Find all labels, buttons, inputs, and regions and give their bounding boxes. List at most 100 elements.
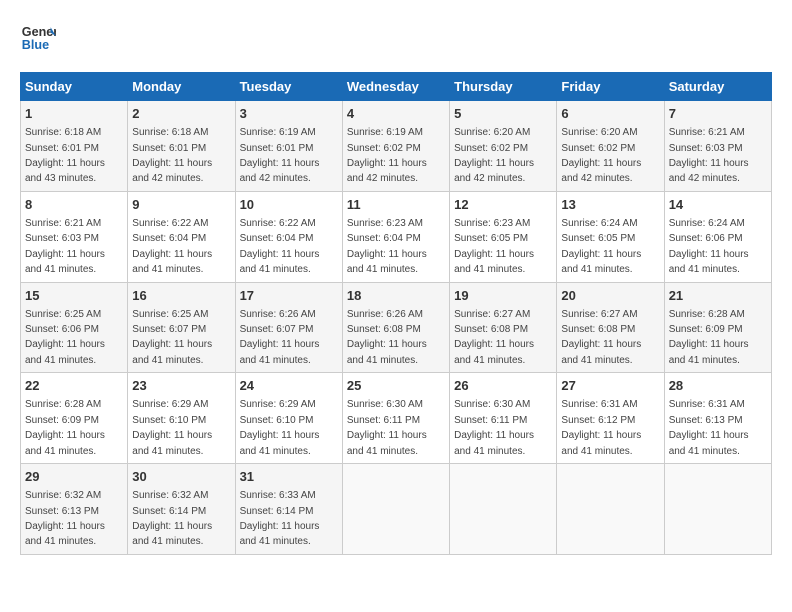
day-number: 24 [240,377,338,395]
week-row-1: 1 Sunrise: 6:18 AMSunset: 6:01 PMDaylight… [21,101,772,192]
header-monday: Monday [128,73,235,101]
day-number: 13 [561,196,659,214]
day-info: Sunrise: 6:26 AMSunset: 6:08 PMDaylight:… [347,309,427,366]
day-info: Sunrise: 6:22 AMSunset: 6:04 PMDaylight:… [132,218,212,275]
calendar-cell: 2 Sunrise: 6:18 AMSunset: 6:01 PMDaylight… [128,101,235,192]
day-number: 2 [132,105,230,123]
day-info: Sunrise: 6:20 AMSunset: 6:02 PMDaylight:… [454,127,534,184]
day-info: Sunrise: 6:23 AMSunset: 6:05 PMDaylight:… [454,218,534,275]
calendar-cell: 13 Sunrise: 6:24 AMSunset: 6:05 PMDayligh… [557,191,664,282]
day-number: 16 [132,287,230,305]
day-info: Sunrise: 6:31 AMSunset: 6:12 PMDaylight:… [561,399,641,456]
day-number: 28 [669,377,767,395]
day-number: 27 [561,377,659,395]
day-info: Sunrise: 6:25 AMSunset: 6:06 PMDaylight:… [25,309,105,366]
calendar-cell: 1 Sunrise: 6:18 AMSunset: 6:01 PMDaylight… [21,101,128,192]
day-number: 5 [454,105,552,123]
day-number: 1 [25,105,123,123]
header-wednesday: Wednesday [342,73,449,101]
day-number: 20 [561,287,659,305]
day-info: Sunrise: 6:25 AMSunset: 6:07 PMDaylight:… [132,309,212,366]
day-number: 10 [240,196,338,214]
calendar-cell: 11Sunrise: 6:23 AMSunset: 6:04 PMDayligh… [342,191,449,282]
header-thursday: Thursday [450,73,557,101]
header-sunday: Sunday [21,73,128,101]
day-number: 26 [454,377,552,395]
day-number: 17 [240,287,338,305]
day-info: Sunrise: 6:24 AMSunset: 6:06 PMDaylight:… [669,218,749,275]
day-info: Sunrise: 6:27 AMSunset: 6:08 PMDaylight:… [454,309,534,366]
day-info: Sunrise: 6:29 AMSunset: 6:10 PMDaylight:… [132,399,212,456]
day-info: Sunrise: 6:22 AMSunset: 6:04 PMDaylight:… [240,218,320,275]
day-number: 8 [25,196,123,214]
week-row-3: 15 Sunrise: 6:25 AMSunset: 6:06 PMDayligh… [21,282,772,373]
calendar-cell: 25Sunrise: 6:30 AMSunset: 6:11 PMDayligh… [342,373,449,464]
day-number: 6 [561,105,659,123]
svg-text:Blue: Blue [22,38,49,52]
day-info: Sunrise: 6:18 AMSunset: 6:01 PMDaylight:… [132,127,212,184]
calendar-cell: 29 Sunrise: 6:32 AMSunset: 6:13 PMDayligh… [21,464,128,555]
day-number: 31 [240,468,338,486]
day-info: Sunrise: 6:18 AMSunset: 6:01 PMDaylight:… [25,127,105,184]
calendar-cell: 22 Sunrise: 6:28 AMSunset: 6:09 PMDayligh… [21,373,128,464]
day-number: 18 [347,287,445,305]
calendar-cell: 18 Sunrise: 6:26 AMSunset: 6:08 PMDayligh… [342,282,449,373]
day-number: 21 [669,287,767,305]
logo: General Blue [20,20,56,56]
week-row-2: 8Sunrise: 6:21 AMSunset: 6:03 PMDaylight… [21,191,772,282]
calendar-cell [342,464,449,555]
calendar-cell [557,464,664,555]
calendar-cell: 9 Sunrise: 6:22 AMSunset: 6:04 PMDaylight… [128,191,235,282]
day-number: 4 [347,105,445,123]
calendar-table: SundayMondayTuesdayWednesdayThursdayFrid… [20,72,772,555]
day-info: Sunrise: 6:33 AMSunset: 6:14 PMDaylight:… [240,490,320,547]
calendar-cell: 15 Sunrise: 6:25 AMSunset: 6:06 PMDayligh… [21,282,128,373]
page-header: General Blue [20,20,772,56]
week-row-4: 22 Sunrise: 6:28 AMSunset: 6:09 PMDayligh… [21,373,772,464]
calendar-cell: 30Sunrise: 6:32 AMSunset: 6:14 PMDayligh… [128,464,235,555]
day-info: Sunrise: 6:20 AMSunset: 6:02 PMDaylight:… [561,127,641,184]
day-info: Sunrise: 6:32 AMSunset: 6:14 PMDaylight:… [132,490,212,547]
day-info: Sunrise: 6:32 AMSunset: 6:13 PMDaylight:… [25,490,105,547]
day-info: Sunrise: 6:19 AMSunset: 6:02 PMDaylight:… [347,127,427,184]
calendar-cell: 8Sunrise: 6:21 AMSunset: 6:03 PMDaylight… [21,191,128,282]
header-tuesday: Tuesday [235,73,342,101]
day-number: 11 [347,196,445,214]
day-number: 3 [240,105,338,123]
calendar-header-row: SundayMondayTuesdayWednesdayThursdayFrid… [21,73,772,101]
calendar-cell: 10 Sunrise: 6:22 AMSunset: 6:04 PMDayligh… [235,191,342,282]
calendar-cell: 31 Sunrise: 6:33 AMSunset: 6:14 PMDayligh… [235,464,342,555]
calendar-cell: 3 Sunrise: 6:19 AMSunset: 6:01 PMDaylight… [235,101,342,192]
day-info: Sunrise: 6:19 AMSunset: 6:01 PMDaylight:… [240,127,320,184]
day-number: 22 [25,377,123,395]
day-info: Sunrise: 6:26 AMSunset: 6:07 PMDaylight:… [240,309,320,366]
day-info: Sunrise: 6:27 AMSunset: 6:08 PMDaylight:… [561,309,641,366]
calendar-cell: 4 Sunrise: 6:19 AMSunset: 6:02 PMDaylight… [342,101,449,192]
calendar-cell: 14 Sunrise: 6:24 AMSunset: 6:06 PMDayligh… [664,191,771,282]
calendar-cell: 21Sunrise: 6:28 AMSunset: 6:09 PMDayligh… [664,282,771,373]
day-number: 14 [669,196,767,214]
day-number: 9 [132,196,230,214]
calendar-cell: 17 Sunrise: 6:26 AMSunset: 6:07 PMDayligh… [235,282,342,373]
logo-icon: General Blue [20,20,56,56]
header-saturday: Saturday [664,73,771,101]
calendar-cell: 12Sunrise: 6:23 AMSunset: 6:05 PMDayligh… [450,191,557,282]
day-info: Sunrise: 6:24 AMSunset: 6:05 PMDaylight:… [561,218,641,275]
week-row-5: 29 Sunrise: 6:32 AMSunset: 6:13 PMDayligh… [21,464,772,555]
calendar-cell: 27 Sunrise: 6:31 AMSunset: 6:12 PMDayligh… [557,373,664,464]
day-number: 29 [25,468,123,486]
calendar-cell: 6 Sunrise: 6:20 AMSunset: 6:02 PMDaylight… [557,101,664,192]
day-number: 19 [454,287,552,305]
header-friday: Friday [557,73,664,101]
day-info: Sunrise: 6:28 AMSunset: 6:09 PMDaylight:… [25,399,105,456]
day-number: 25 [347,377,445,395]
day-number: 15 [25,287,123,305]
calendar-cell: 16 Sunrise: 6:25 AMSunset: 6:07 PMDayligh… [128,282,235,373]
calendar-cell [450,464,557,555]
calendar-cell: 23Sunrise: 6:29 AMSunset: 6:10 PMDayligh… [128,373,235,464]
day-info: Sunrise: 6:29 AMSunset: 6:10 PMDaylight:… [240,399,320,456]
calendar-cell: 19 Sunrise: 6:27 AMSunset: 6:08 PMDayligh… [450,282,557,373]
calendar-cell: 7Sunrise: 6:21 AMSunset: 6:03 PMDaylight… [664,101,771,192]
calendar-cell: 24 Sunrise: 6:29 AMSunset: 6:10 PMDayligh… [235,373,342,464]
day-number: 7 [669,105,767,123]
